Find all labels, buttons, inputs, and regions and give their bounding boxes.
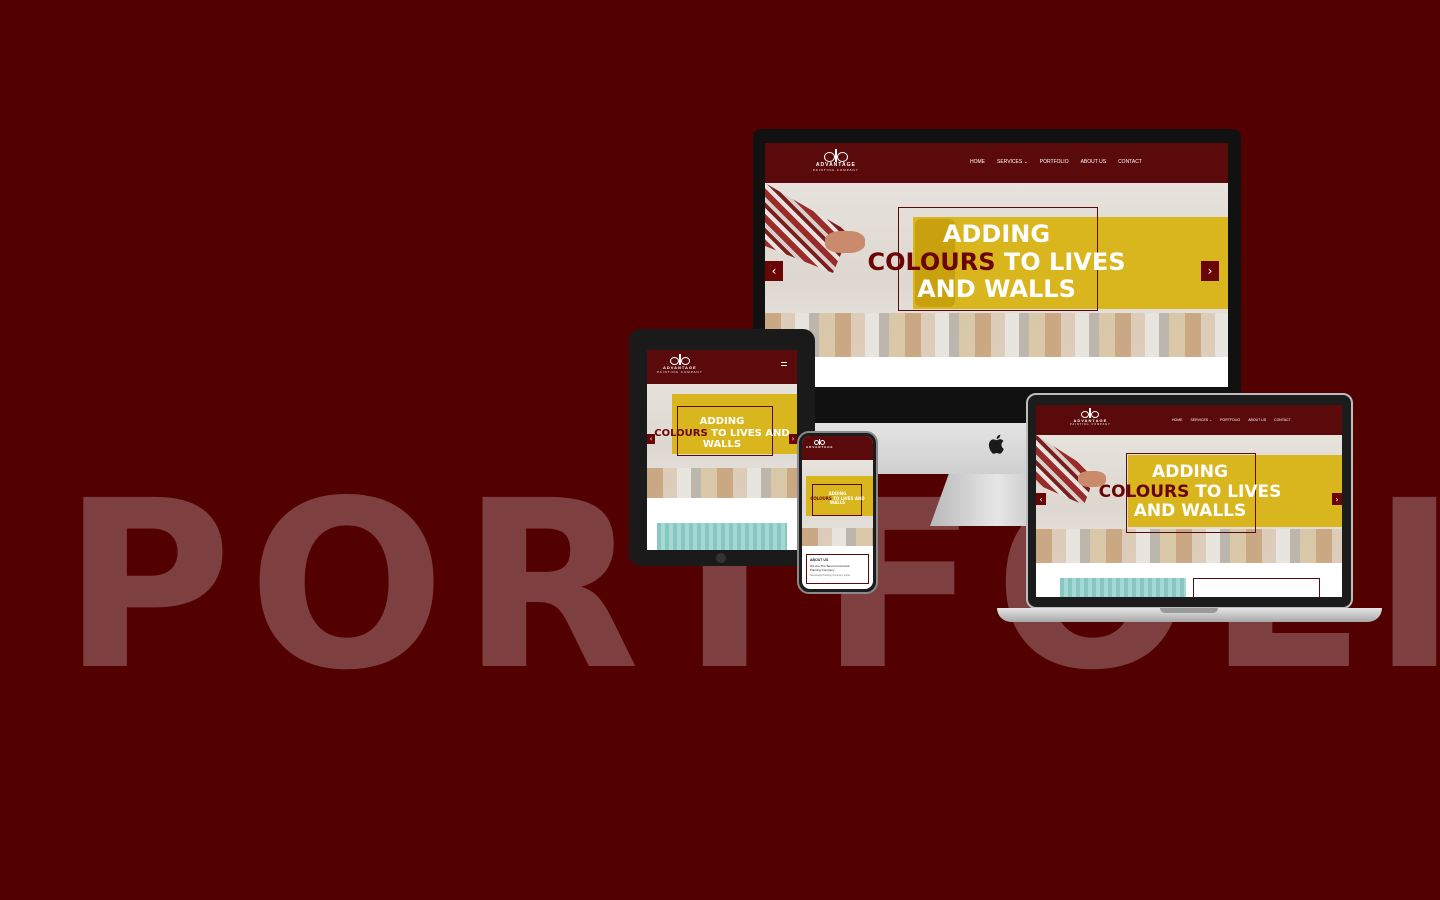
iphone-hero-headline: ADDING COLOURS TO LIVES AND WALLS (810, 491, 865, 506)
macbook-notch (1160, 608, 1218, 613)
iphone-about-title: ABOUT US (810, 558, 829, 562)
ipad-hero: ADDING COLOURS TO LIVES AND WALLS ‹ › (647, 384, 797, 498)
site-logo[interactable]: ADVANTAGE PAINTING COMPANY (813, 149, 859, 172)
nav-home[interactable]: HOME (970, 159, 985, 165)
ipad-site-header: ADVANTAGE PAINTING COMPANY (647, 350, 797, 384)
site-menu: HOME SERVICES ⌄ PORTFOLIO ABOUT US CONTA… (970, 159, 1142, 165)
iphone-screen: ADVANTAGE ADDING COLOURS TO LIVES AND WA… (802, 436, 873, 589)
mb-nav-services[interactable]: SERVICES ⌄ (1191, 418, 1213, 422)
mb-logo-sub: PAINTING COMPANY (1070, 423, 1111, 426)
ipad-home-button (716, 553, 726, 563)
mb-nav-home[interactable]: HOME (1172, 418, 1183, 422)
ipad-hero-headline: ADDING COLOURS TO LIVES AND WALLS (654, 416, 790, 450)
mb-site-header: ADVANTAGE PAINTING COMPANY HOME SERVICES… (1036, 405, 1342, 435)
mb-hero: ADDING COLOURS TO LIVES AND WALLS ‹ › (1036, 435, 1342, 563)
mb-nav-about[interactable]: ABOUT US (1248, 418, 1266, 422)
mb-tiles-image (1060, 578, 1186, 597)
ipad-logo-sub: PAINTING COMPANY (657, 370, 703, 374)
ipad-tiles-image (657, 523, 787, 550)
mb-site-logo[interactable]: ADVANTAGE PAINTING COMPANY (1070, 408, 1111, 426)
nav-portfolio[interactable]: PORTFOLIO (1040, 159, 1069, 165)
ipad-slider-next[interactable]: › (789, 434, 797, 444)
hero-headline: ADDING COLOURS TO LIVES AND WALLS (867, 220, 1126, 304)
ipad-site-logo[interactable]: ADVANTAGE PAINTING COMPANY (657, 354, 703, 374)
iphone-about-card: ABOUT US We Are The Best Commercial Pain… (806, 554, 869, 584)
iphone-hero: ADDING COLOURS TO LIVES AND WALLS (802, 460, 873, 546)
iphone-site-logo[interactable]: ADVANTAGE (806, 439, 834, 449)
mb-about-card (1193, 578, 1320, 597)
hamburger-icon[interactable] (781, 362, 787, 366)
macbook-screen: ADVANTAGE PAINTING COMPANY HOME SERVICES… (1036, 405, 1342, 597)
apple-logo-icon (988, 434, 1004, 454)
ipad-slider-prev[interactable]: ‹ (647, 434, 655, 444)
nav-contact[interactable]: CONTACT (1118, 159, 1142, 165)
mb-hero-headline: ADDING COLOURS TO LIVES AND WALLS (1098, 462, 1282, 522)
iphone-about-line3: Advantage Painting Company works (810, 574, 851, 577)
iphone-site-header: ADVANTAGE (802, 436, 873, 460)
iphone-logo-name: ADVANTAGE (806, 445, 834, 449)
iphone-about-line2: Painting Company (810, 568, 835, 572)
mb-site-menu: HOME SERVICES ⌄ PORTFOLIO ABOUT US CONTA… (1172, 418, 1291, 422)
nav-about[interactable]: ABOUT US (1081, 159, 1106, 165)
ipad-screen: ADVANTAGE PAINTING COMPANY ADDING COLOUR… (647, 350, 797, 550)
logo-sub: PAINTING COMPANY (813, 168, 859, 172)
mb-slider-prev[interactable]: ‹ (1036, 493, 1046, 505)
mb-slider-next[interactable]: › (1332, 493, 1342, 505)
site-header: ADVANTAGE PAINTING COMPANY HOME SERVICES… (765, 143, 1228, 183)
mb-nav-contact[interactable]: CONTACT (1274, 418, 1291, 422)
imac-screen: ADVANTAGE PAINTING COMPANY HOME SERVICES… (765, 143, 1228, 387)
slider-prev-button[interactable]: ‹ (765, 261, 783, 281)
mb-nav-portfolio[interactable]: PORTFOLIO (1220, 418, 1240, 422)
nav-services[interactable]: SERVICES ⌄ (997, 159, 1028, 165)
hero-slider: ADDING COLOURS TO LIVES AND WALLS ‹ › (765, 183, 1228, 357)
slider-next-button[interactable]: › (1201, 261, 1219, 281)
